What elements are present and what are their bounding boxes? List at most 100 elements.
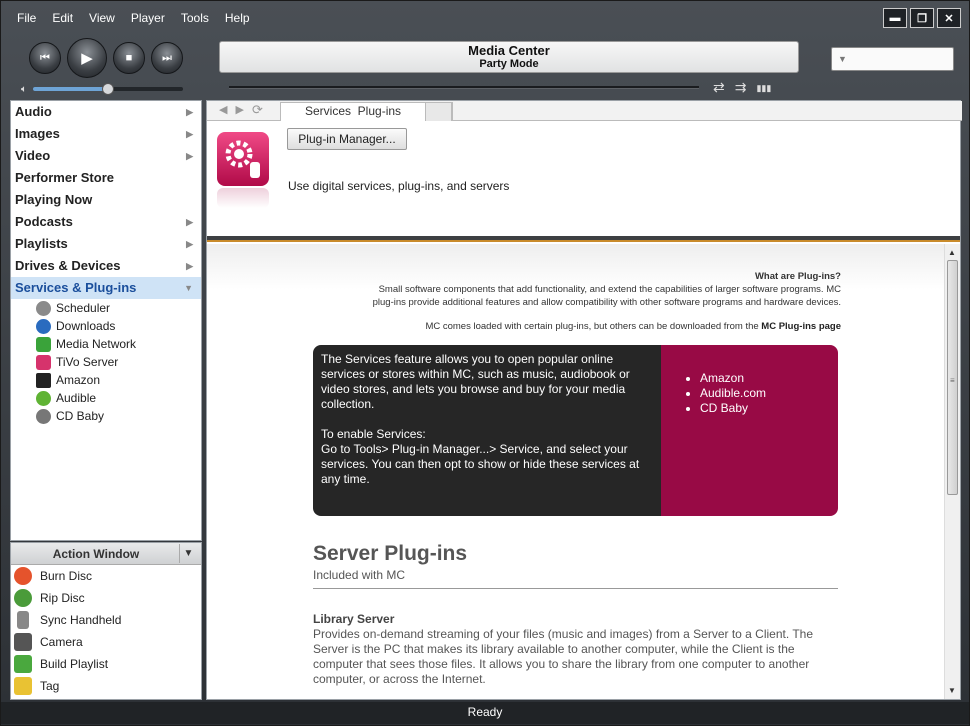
subitem-label: CD Baby [56,409,105,423]
action-tag[interactable]: Tag [11,675,201,697]
volume-slider[interactable] [33,83,183,95]
nav-item-label: Playlists [15,236,68,251]
menu-view[interactable]: View [81,9,123,29]
action-rip-disc[interactable]: Rip Disc [11,587,201,609]
menu-tools[interactable]: Tools [173,9,217,29]
menu-help[interactable]: Help [217,9,258,29]
action-burn-disc[interactable]: Burn Disc [11,565,201,587]
chevron-right-icon[interactable]: ▶ [186,255,193,277]
services-paragraph: The Services feature allows you to open … [321,352,630,411]
display-title: Media Center [468,43,550,58]
nav-item-audio[interactable]: Audio ▶ [11,101,201,123]
chevron-right-icon[interactable]: ▶ [186,211,193,233]
globe-icon [36,318,51,334]
plugin-manager-button[interactable]: Plug-in Manager... [287,128,407,150]
nav-item-label: Playing Now [15,192,93,207]
maximize-button[interactable]: ❐ [910,8,934,28]
now-playing-display[interactable]: Media Center Party Mode [219,41,799,73]
nav-item-images[interactable]: Images ▶ [11,123,201,145]
chevron-right-icon[interactable]: ▶ [186,233,193,255]
minimize-button[interactable]: ▬ [883,8,907,28]
chevron-down-icon[interactable]: ▼ [184,277,193,299]
menu-player[interactable]: Player [123,9,173,29]
next-track-button[interactable]: ⏭ [151,42,183,74]
menu-file[interactable]: File [9,9,44,29]
action-window-title: Action Window [52,547,140,561]
nav-item-drives-devices[interactable]: Drives & Devices ▶ [11,255,201,277]
subitem-label: Media Network [56,337,137,351]
handheld-icon [17,611,29,629]
seek-bar[interactable] [229,86,699,89]
nav-item-podcasts[interactable]: Podcasts ▶ [11,211,201,233]
speaker-icon[interactable]: 🔈︎ [21,84,27,95]
nav-item-performer-store[interactable]: Performer Store [11,167,201,189]
nav-subitem-cd-baby[interactable]: CD Baby [11,407,201,425]
volume-fill [33,87,108,91]
close-button[interactable]: ✕ [937,8,961,28]
vertical-scrollbar[interactable]: ▲ ≡ ▼ [944,244,960,699]
service-audible[interactable]: Audible.com [700,386,838,401]
section-title: Server Plug-ins [313,542,468,565]
chevron-right-icon[interactable]: ▶ [186,145,193,167]
services-panel: The Services feature allows you to open … [313,345,838,516]
navigation-tree: Audio ▶ Images ▶ Video ▶ Performer Store Pl… [10,100,202,541]
equalizer-icon[interactable]: ▮▮▮ [756,79,771,97]
stop-button[interactable]: ■ [113,42,145,74]
chevron-right-icon[interactable]: ▶ [186,101,193,123]
audible-icon [36,390,51,406]
chevron-right-icon[interactable]: ▶ [186,123,193,145]
services-enable-text: Go to Tools> Plug-in Manager...> Service… [321,442,640,486]
shuffle-icon[interactable]: ⇉ [735,79,747,97]
what-are-plugins: What are Plug-ins? Small software compon… [373,270,841,309]
plugins-page-link[interactable]: MC Plug-ins page [761,321,841,332]
rip-disc-icon [14,589,32,607]
search-dropdown-icon[interactable]: ▼ [838,54,847,64]
playlist-icon [14,655,32,673]
nav-subitem-media-network[interactable]: Media Network [11,335,201,353]
volume-control: 🔈︎ [21,82,211,96]
search-box[interactable]: ▼ [831,47,954,71]
what-are-plugins-text: plug-ins provide additional features and… [372,297,841,308]
nav-subitem-amazon[interactable]: Amazon [11,371,201,389]
display-subtitle: Party Mode [479,58,539,70]
scroll-up-icon[interactable]: ▲ [948,248,956,257]
what-are-plugins-text: Small software components that add funct… [378,284,841,295]
plugins-note-text: MC comes loaded with certain plug-ins, b… [425,321,762,332]
nav-item-playlists[interactable]: Playlists ▶ [11,233,201,255]
previous-track-button[interactable]: ⏮ [29,42,61,74]
repeat-icon[interactable]: ⇄ [713,79,725,97]
header-divider [207,236,960,242]
camera-icon [14,633,32,651]
subitem-label: Audible [56,391,97,405]
scroll-thumb[interactable]: ≡ [947,260,958,495]
new-tab-button[interactable] [425,102,452,121]
content-area: What are Plug-ins? Small software compon… [207,244,945,699]
action-camera[interactable]: Camera [11,631,201,653]
chevron-down-icon[interactable]: ▼ [179,544,197,563]
services-list-panel: Amazon Audible.com CD Baby [661,345,838,516]
action-window-header[interactable]: Action Window ▼ [11,543,201,565]
action-label: Sync Handheld [40,613,122,627]
nav-item-services-plugins[interactable]: Services & Plug-ins ▼ [11,277,201,299]
service-amazon[interactable]: Amazon [700,371,838,386]
nav-subitem-scheduler[interactable]: Scheduler [11,299,201,317]
refresh-icon[interactable]: ⟳ [252,103,263,116]
action-sync-handheld[interactable]: Sync Handheld [11,609,201,631]
back-icon[interactable]: ◀ [219,103,227,116]
action-label: Burn Disc [40,569,93,583]
nav-item-playing-now[interactable]: Playing Now [11,189,201,211]
service-cd-baby[interactable]: CD Baby [700,401,838,416]
nav-item-video[interactable]: Video ▶ [11,145,201,167]
action-label: Camera [40,635,83,649]
forward-icon[interactable]: ▶ [235,103,243,116]
nav-subitem-tivo-server[interactable]: TiVo Server [11,353,201,371]
nav-subitem-downloads[interactable]: Downloads [11,317,201,335]
volume-knob[interactable] [102,83,114,95]
action-build-playlist[interactable]: Build Playlist [11,653,201,675]
menu-edit[interactable]: Edit [44,9,81,29]
action-label: Tag [40,679,60,693]
nav-item-label: Video [15,148,51,163]
nav-subitem-audible[interactable]: Audible [11,389,201,407]
play-button[interactable]: ▶ [67,38,107,78]
scroll-down-icon[interactable]: ▼ [948,686,956,695]
